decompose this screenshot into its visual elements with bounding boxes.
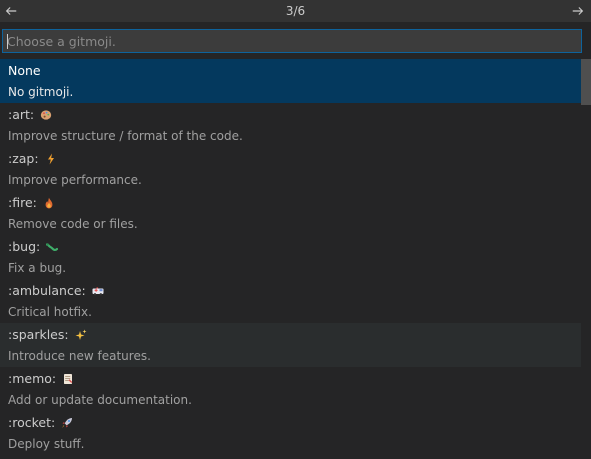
ambulance-icon: [92, 285, 104, 297]
item-detail: Fix a bug.: [8, 261, 67, 275]
fire-icon: [43, 197, 55, 209]
item-detail: Add or update documentation.: [8, 393, 192, 407]
gitmoji-search-box: [2, 29, 582, 53]
list-item-memo[interactable]: :memo: Add or update documentation.: [0, 367, 581, 411]
item-detail: No gitmoji.: [8, 85, 74, 99]
item-detail: Improve structure / format of the code.: [8, 129, 243, 143]
forward-button[interactable]: [567, 0, 589, 22]
item-label: :memo:: [8, 370, 74, 388]
list-scrollbar-track[interactable]: [581, 59, 591, 459]
bug-icon: [46, 241, 59, 253]
item-detail: Remove code or files.: [8, 217, 138, 231]
list-item-ambulance[interactable]: :ambulance: Critical hotfix.: [0, 279, 581, 323]
list-scrollbar-thumb[interactable]: [581, 59, 591, 105]
list-item-fire[interactable]: :fire: Remove code or files.: [0, 191, 581, 235]
list-item-bug[interactable]: :bug: Fix a bug.: [0, 235, 581, 279]
item-label: None: [8, 63, 41, 78]
list-item-rocket[interactable]: :rocket: Deploy stuff.: [0, 411, 581, 455]
item-label: :art:: [8, 106, 52, 124]
memo-icon: [62, 373, 74, 385]
list-item-sparkles[interactable]: :sparkles: Introduce new features.: [0, 323, 581, 367]
list-item-none[interactable]: None No gitmoji.: [0, 59, 581, 103]
list-item-zap[interactable]: :zap: Improve performance.: [0, 147, 581, 191]
sparkles-icon: [75, 329, 87, 341]
list-item-art[interactable]: :art: Improve structure / format of the …: [0, 103, 581, 147]
gitmoji-list: None No gitmoji. :art: Improve structure…: [0, 59, 581, 459]
title-bar: 3/6: [0, 0, 591, 22]
step-counter: 3/6: [285, 4, 306, 18]
item-detail: Improve performance.: [8, 173, 142, 187]
item-label: :ambulance:: [8, 282, 104, 300]
arrow-right-icon: [572, 7, 584, 15]
item-label: :bug:: [8, 238, 59, 256]
text-caret: [7, 34, 8, 49]
gitmoji-quick-pick: 3/6 None No gitmoji. :art:: [0, 0, 591, 459]
rocket-icon: [61, 417, 73, 429]
item-label: :zap:: [8, 150, 57, 168]
item-label: :fire:: [8, 194, 55, 212]
gitmoji-search-input[interactable]: [3, 30, 581, 52]
item-detail: Introduce new features.: [8, 349, 151, 363]
item-label: :rocket:: [8, 414, 73, 432]
art-icon: [40, 109, 52, 121]
item-detail: Deploy stuff.: [8, 437, 85, 451]
zap-icon: [45, 153, 57, 165]
item-detail: Critical hotfix.: [8, 305, 92, 319]
item-label: :sparkles:: [8, 326, 87, 344]
